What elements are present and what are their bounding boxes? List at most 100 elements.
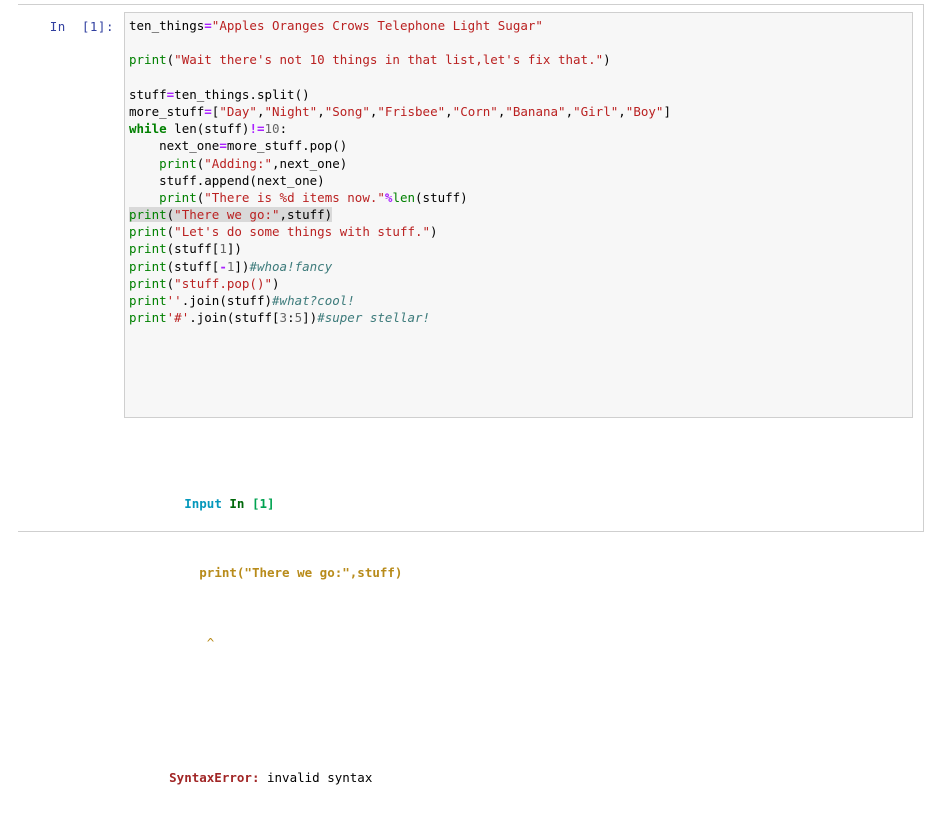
code-token: ) <box>272 275 280 291</box>
code-token: print <box>129 293 167 308</box>
code-line: more_stuff=["Day","Night","Song","Frisbe… <box>129 103 671 120</box>
code-token: "Frisbee" <box>377 103 446 119</box>
code-token: ,next_one) <box>272 155 348 171</box>
code-token: "Night" <box>264 103 318 119</box>
error-type-label: SyntaxError: <box>169 769 260 785</box>
code-token: more_stuff <box>129 103 205 119</box>
error-message-text: invalid syntax <box>259 769 373 785</box>
code-line: print(stuff[-1])#whoa!fancy <box>129 258 671 275</box>
code-token: stuff <box>129 86 167 102</box>
code-token: print <box>129 241 167 257</box>
code-token: #whoa!fancy <box>249 258 333 274</box>
code-token: '' <box>166 293 182 308</box>
cell-input-prompt: In [1]: <box>49 19 114 34</box>
code-token: "stuff.pop()" <box>174 275 273 291</box>
code-token: , <box>256 103 265 119</box>
error-highlighted-code: print("There we go:",stuff) <box>129 207 333 223</box>
code-token: '#' <box>166 310 190 326</box>
code-token: : <box>279 121 288 137</box>
traceback-spacer <box>124 686 913 699</box>
traceback-indent <box>169 496 184 511</box>
code-line: print("Let's do some things with stuff."… <box>129 223 671 240</box>
code-line: ten_things="Apples Oranges Crows Telepho… <box>129 17 671 34</box>
code-token: ]) <box>234 258 250 274</box>
code-editor[interactable]: ten_things="Apples Oranges Crows Telepho… <box>124 12 913 418</box>
traceback-input-header: Input In [1] <box>124 477 913 511</box>
code-token: print <box>129 224 167 240</box>
code-token: ) <box>603 52 611 68</box>
traceback-caret-indent <box>169 635 207 650</box>
code-token: print <box>159 155 197 171</box>
code-token: "There is %d items now." <box>204 189 385 205</box>
code-token: .join(stuff) <box>181 293 273 308</box>
code-token: ,stuff) <box>279 207 333 223</box>
traceback-error-line: SyntaxError: invalid syntax <box>124 751 913 785</box>
code-token: ]) <box>226 241 242 257</box>
traceback-echo-indent <box>169 565 199 580</box>
code-token: = <box>204 18 212 33</box>
code-token: ten_things <box>129 18 205 33</box>
code-token: = <box>204 103 212 119</box>
code-token: "Banana" <box>505 103 566 119</box>
traceback-exec-count: [1] <box>251 495 275 511</box>
code-token: - <box>219 258 227 274</box>
code-token: print <box>129 207 167 223</box>
code-token: .join(stuff[ <box>189 310 280 326</box>
code-source-lines: ten_things="Apples Oranges Crows Telepho… <box>129 17 671 326</box>
code-token: ] <box>663 103 671 119</box>
code-token: stuff.append(next_one) <box>129 172 325 188</box>
code-token: 5 <box>294 310 303 326</box>
caret-marker-icon: ^ <box>206 634 215 650</box>
code-token: (stuff[ <box>166 258 220 274</box>
code-token: print <box>129 310 167 326</box>
code-token: "Day" <box>219 103 257 119</box>
code-line: print''.join(stuff)#what?cool! <box>129 292 671 309</box>
code-line: print("stuff.pop()") <box>129 275 671 292</box>
code-token: ten_things.split() <box>174 86 310 102</box>
code-token: print <box>129 258 167 274</box>
code-token: ]) <box>302 310 318 326</box>
code-token: while <box>129 121 167 137</box>
traceback-space-2 <box>244 496 252 511</box>
code-token: , <box>618 103 626 119</box>
code-token: "Song" <box>324 103 370 119</box>
notebook-page: In [1]: ten_things="Apples Oranges Crows… <box>18 4 924 785</box>
code-token: "Apples Oranges Crows Telephone Light Su… <box>211 18 543 33</box>
traceback-echo-code: print("There we go:",stuff) <box>199 565 403 581</box>
code-token: len <box>392 189 416 205</box>
code-line: stuff.append(next_one) <box>129 172 671 189</box>
code-line: print("There is %d items now."%len(stuff… <box>129 189 671 206</box>
traceback-input-label: Input <box>184 495 222 511</box>
code-line: stuff=ten_things.split() <box>129 86 671 103</box>
code-token: 3 <box>279 310 288 326</box>
code-line: while len(stuff)!=10: <box>129 120 671 137</box>
code-token: , <box>317 103 325 119</box>
traceback-echo-line: print("There we go:",stuff) <box>124 547 913 580</box>
traceback-in-label: In <box>229 495 245 511</box>
code-token: : <box>287 310 295 326</box>
code-token: 1 <box>219 241 227 257</box>
code-line: print("There we go:",stuff) <box>129 206 671 223</box>
code-token: "There we go:" <box>174 207 280 223</box>
traceback-caret-line: ^ <box>124 616 913 650</box>
code-token: "Let's do some things with stuff." <box>174 224 431 240</box>
code-token: "Adding:" <box>204 155 273 171</box>
code-token: print <box>129 275 167 291</box>
code-token: "Corn" <box>452 103 498 119</box>
code-token: print <box>159 189 197 205</box>
code-line: print("Wait there's not 10 things in tha… <box>129 51 671 68</box>
code-line: print'#'.join(stuff[3:5])#super stellar! <box>129 309 671 326</box>
code-line: print(stuff[1]) <box>129 240 671 257</box>
code-token: 10 <box>264 121 280 137</box>
code-line: next_one=more_stuff.pop() <box>129 137 671 154</box>
cell-output-traceback: Input In [1] print("There we go:",stuff)… <box>124 425 913 821</box>
code-token: (stuff) <box>196 121 250 137</box>
code-line: print("Adding:",next_one) <box>129 155 671 172</box>
code-token: print <box>129 52 167 68</box>
code-token: (stuff) <box>415 189 468 205</box>
code-token: "Boy" <box>625 103 664 119</box>
